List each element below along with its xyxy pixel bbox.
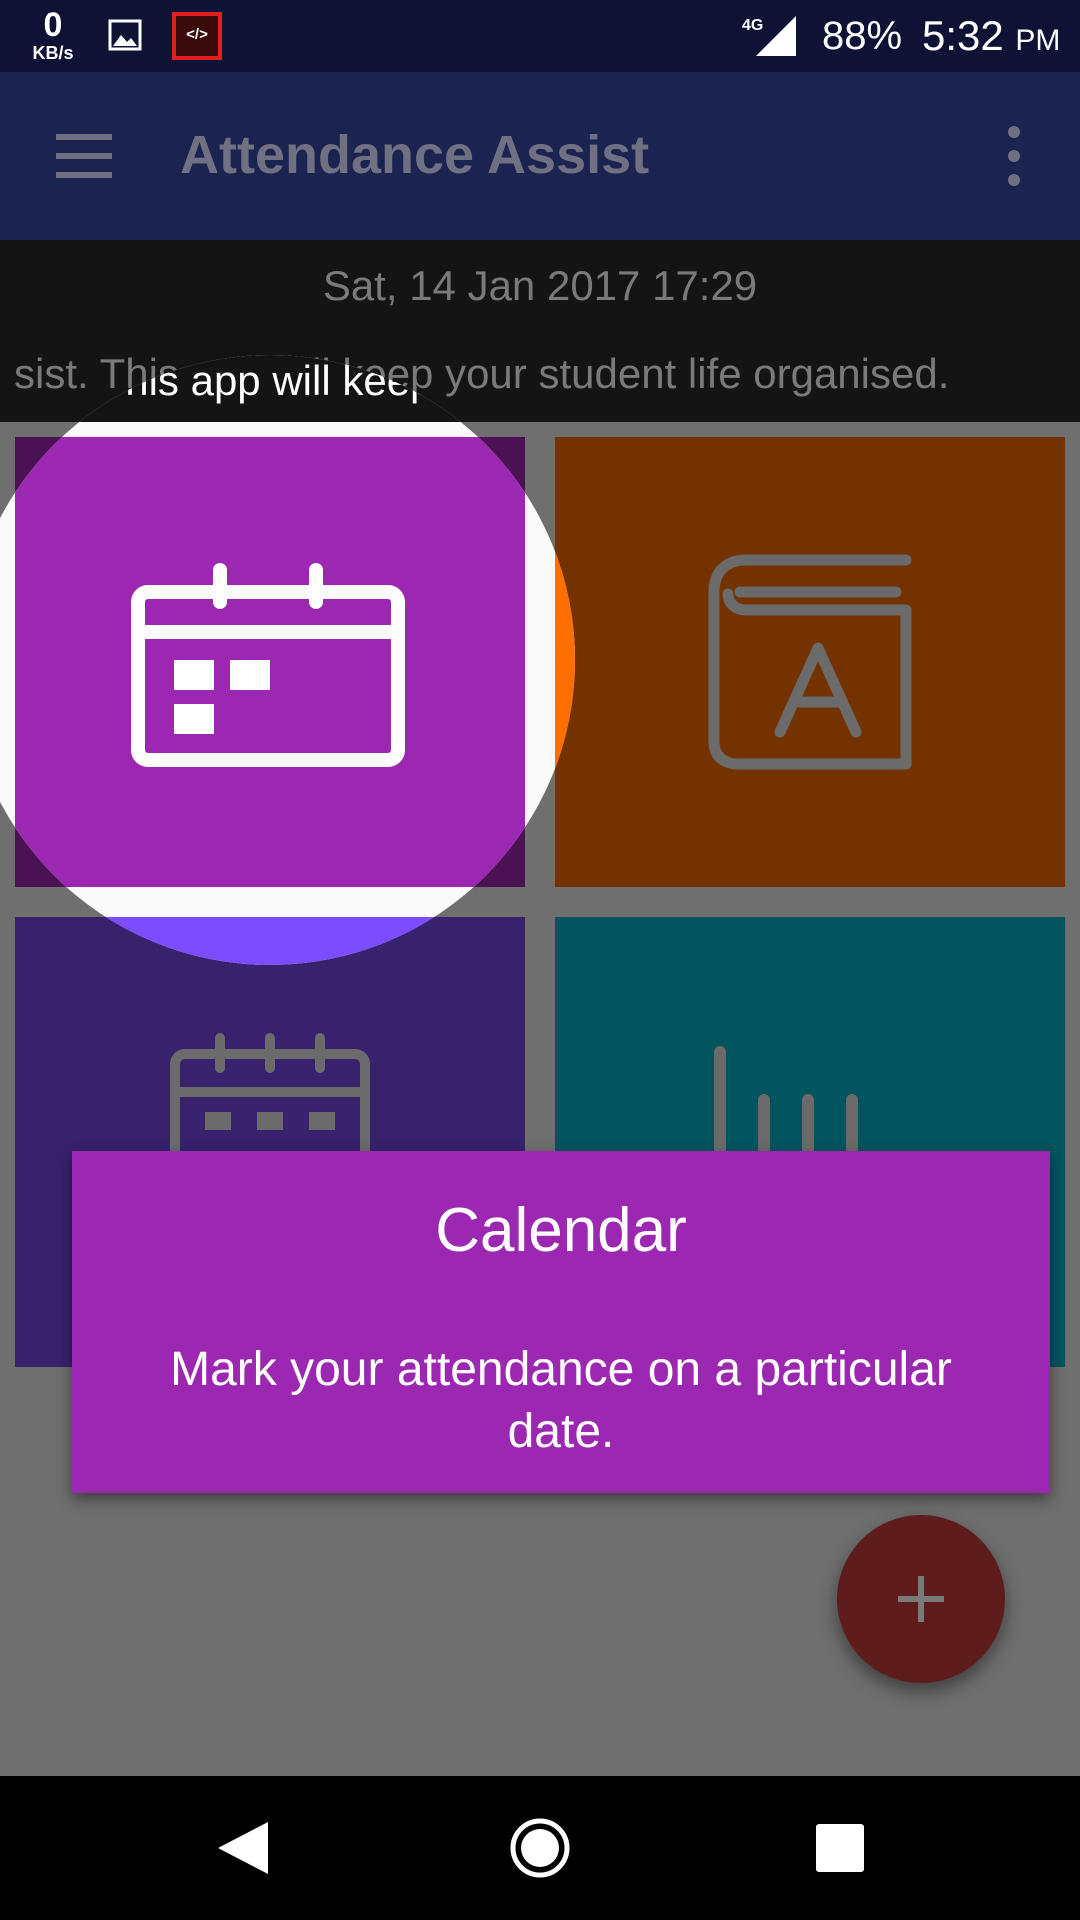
network-speed-value: 0 xyxy=(43,6,63,44)
current-datetime: Sat, 14 Jan 2017 17:29 xyxy=(322,262,758,309)
gallery-icon xyxy=(108,19,142,51)
app-bar: Attendance Assist xyxy=(0,72,1080,240)
add-icon xyxy=(898,1576,944,1622)
clock: 5:32 PM xyxy=(922,12,1060,60)
back-icon[interactable] xyxy=(212,1818,272,1878)
menu-icon[interactable] xyxy=(46,124,122,188)
code-icon: </> xyxy=(172,12,222,60)
highlight-subjects-edge xyxy=(555,437,575,887)
network-speed-unit: KB/s xyxy=(32,43,74,63)
highlight-band: sist. This app will keep your student li… xyxy=(0,355,575,422)
highlight-calendar-tile[interactable] xyxy=(15,437,525,887)
add-button[interactable] xyxy=(837,1515,1005,1683)
more-vert-icon[interactable] xyxy=(994,124,1034,188)
status-bar: 0 KB/s </> 4G 88% 5:32 PM xyxy=(0,0,1080,72)
book-icon xyxy=(708,554,912,770)
tile-subjects[interactable] xyxy=(555,437,1065,887)
tooltip-description: Mark your attendance on a particular dat… xyxy=(170,1343,952,1458)
navigation-bar xyxy=(0,1776,1080,1920)
showcase-spotlight[interactable]: sist. This app will keep your student li… xyxy=(0,355,575,965)
signal-icon: 4G xyxy=(742,16,796,56)
battery-percentage: 88% xyxy=(822,14,903,58)
recents-icon[interactable] xyxy=(814,1822,866,1874)
highlight-marquee-text: sist. This app will keep your student li… xyxy=(14,357,575,404)
clock-time: 5:32 xyxy=(922,12,1004,59)
highlight-timetable-edge xyxy=(15,917,525,965)
network-type: 4G xyxy=(742,17,763,34)
app-title: Attendance Assist xyxy=(180,125,650,185)
home-icon[interactable] xyxy=(508,1816,572,1880)
network-speed-indicator: 0 KB/s xyxy=(24,8,82,62)
clock-ampm: PM xyxy=(1015,24,1061,57)
tooltip-title: Calendar xyxy=(435,1196,687,1265)
showcase-tooltip[interactable]: Calendar Mark your attendance on a parti… xyxy=(72,1151,1050,1493)
calendar-icon xyxy=(131,563,405,767)
